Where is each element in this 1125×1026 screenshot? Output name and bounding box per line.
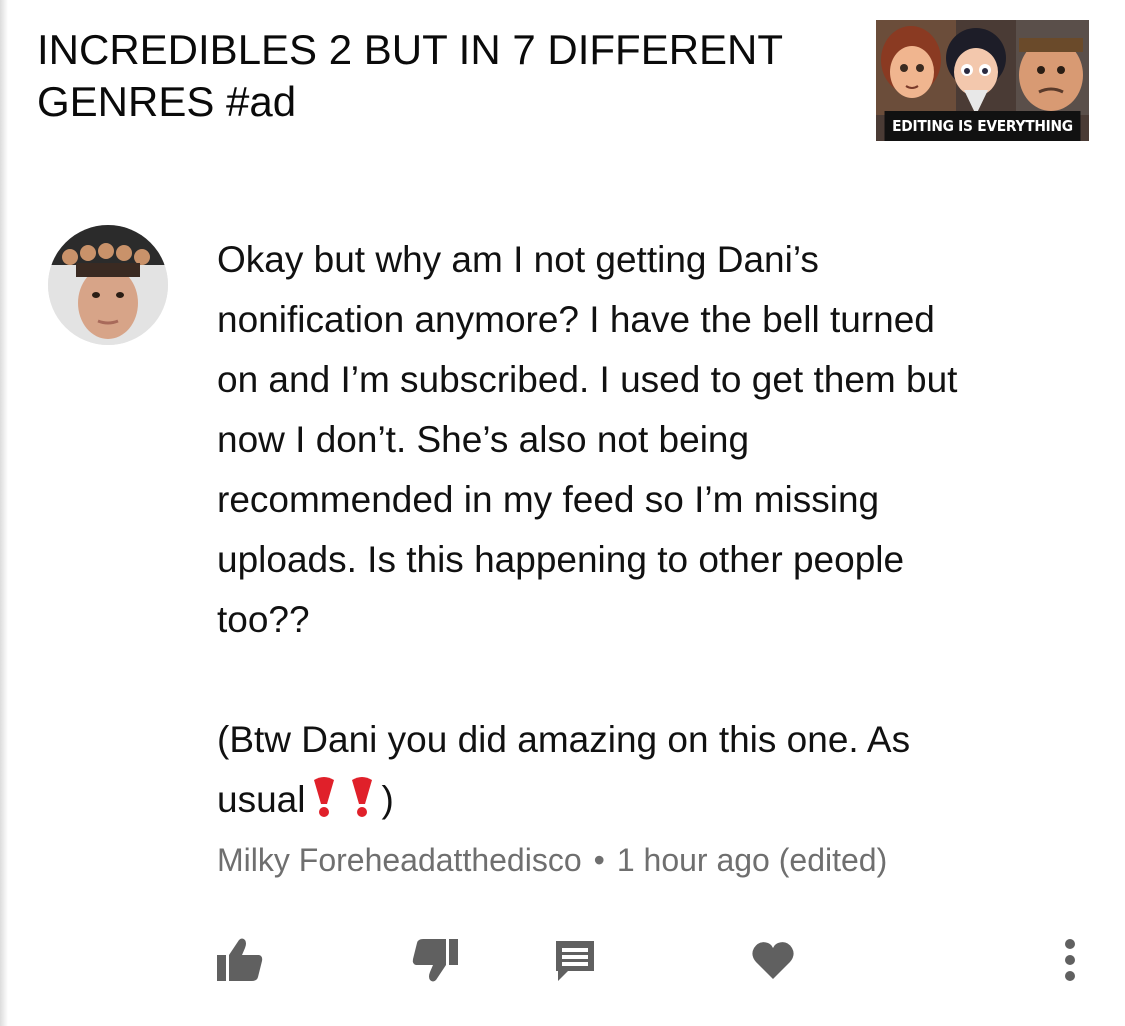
- video-title[interactable]: INCREDIBLES 2 BUT IN 7 DIFFERENT GENRES …: [37, 24, 837, 128]
- heart-icon: [752, 942, 794, 979]
- comment-timestamp: 1 hour ago (edited): [616, 842, 888, 878]
- comment-line: on and I’m subscribed. I used to get the…: [217, 359, 958, 400]
- reply-button[interactable]: [545, 930, 605, 990]
- more-vertical-icon: [1065, 939, 1075, 981]
- comment-line: recommended in my feed so I’m missing: [217, 479, 880, 520]
- comment-line: too??: [217, 599, 310, 640]
- comment-meta: Milky Foreheadatthedisco • 1 hour ago (edi…: [217, 838, 887, 882]
- comment-author[interactable]: Milky Foreheadatthedisco: [217, 842, 582, 878]
- comment-line: Okay but why am I not getting Dani’s: [217, 239, 819, 280]
- thumbnail-caption: EDITING IS EVERYTHING: [884, 111, 1081, 141]
- comment-line: uploads. Is this happening to other peop…: [217, 539, 905, 580]
- meta-separator: •: [593, 842, 605, 878]
- comment-line: nonification anymore? I have the bell tu…: [217, 299, 935, 340]
- heavy-exclamation-mark-icon: [347, 776, 377, 836]
- thumbs-up-icon: [217, 938, 263, 981]
- video-thumbnail[interactable]: EDITING IS EVERYTHING: [876, 20, 1089, 141]
- heart-button[interactable]: [743, 930, 803, 990]
- avatar-image: [48, 225, 168, 345]
- comment-line: ): [381, 779, 394, 820]
- heavy-exclamation-mark-icon: [309, 776, 339, 836]
- dislike-button[interactable]: [405, 930, 465, 990]
- left-edge-shadow: [0, 0, 8, 1026]
- more-options-button[interactable]: [1040, 930, 1100, 990]
- comment-line: (Btw Dani you did amazing on this one. A…: [217, 719, 911, 760]
- commenter-avatar[interactable]: [48, 225, 168, 345]
- comment-line: usual: [217, 779, 306, 820]
- comment-body: Okay but why am I not getting Dani’s non…: [217, 230, 1087, 836]
- comment-line: now I don’t. She’s also not being: [217, 419, 750, 460]
- like-button[interactable]: [210, 930, 270, 990]
- comment-icon: [556, 941, 594, 981]
- thumbs-down-icon: [412, 939, 458, 982]
